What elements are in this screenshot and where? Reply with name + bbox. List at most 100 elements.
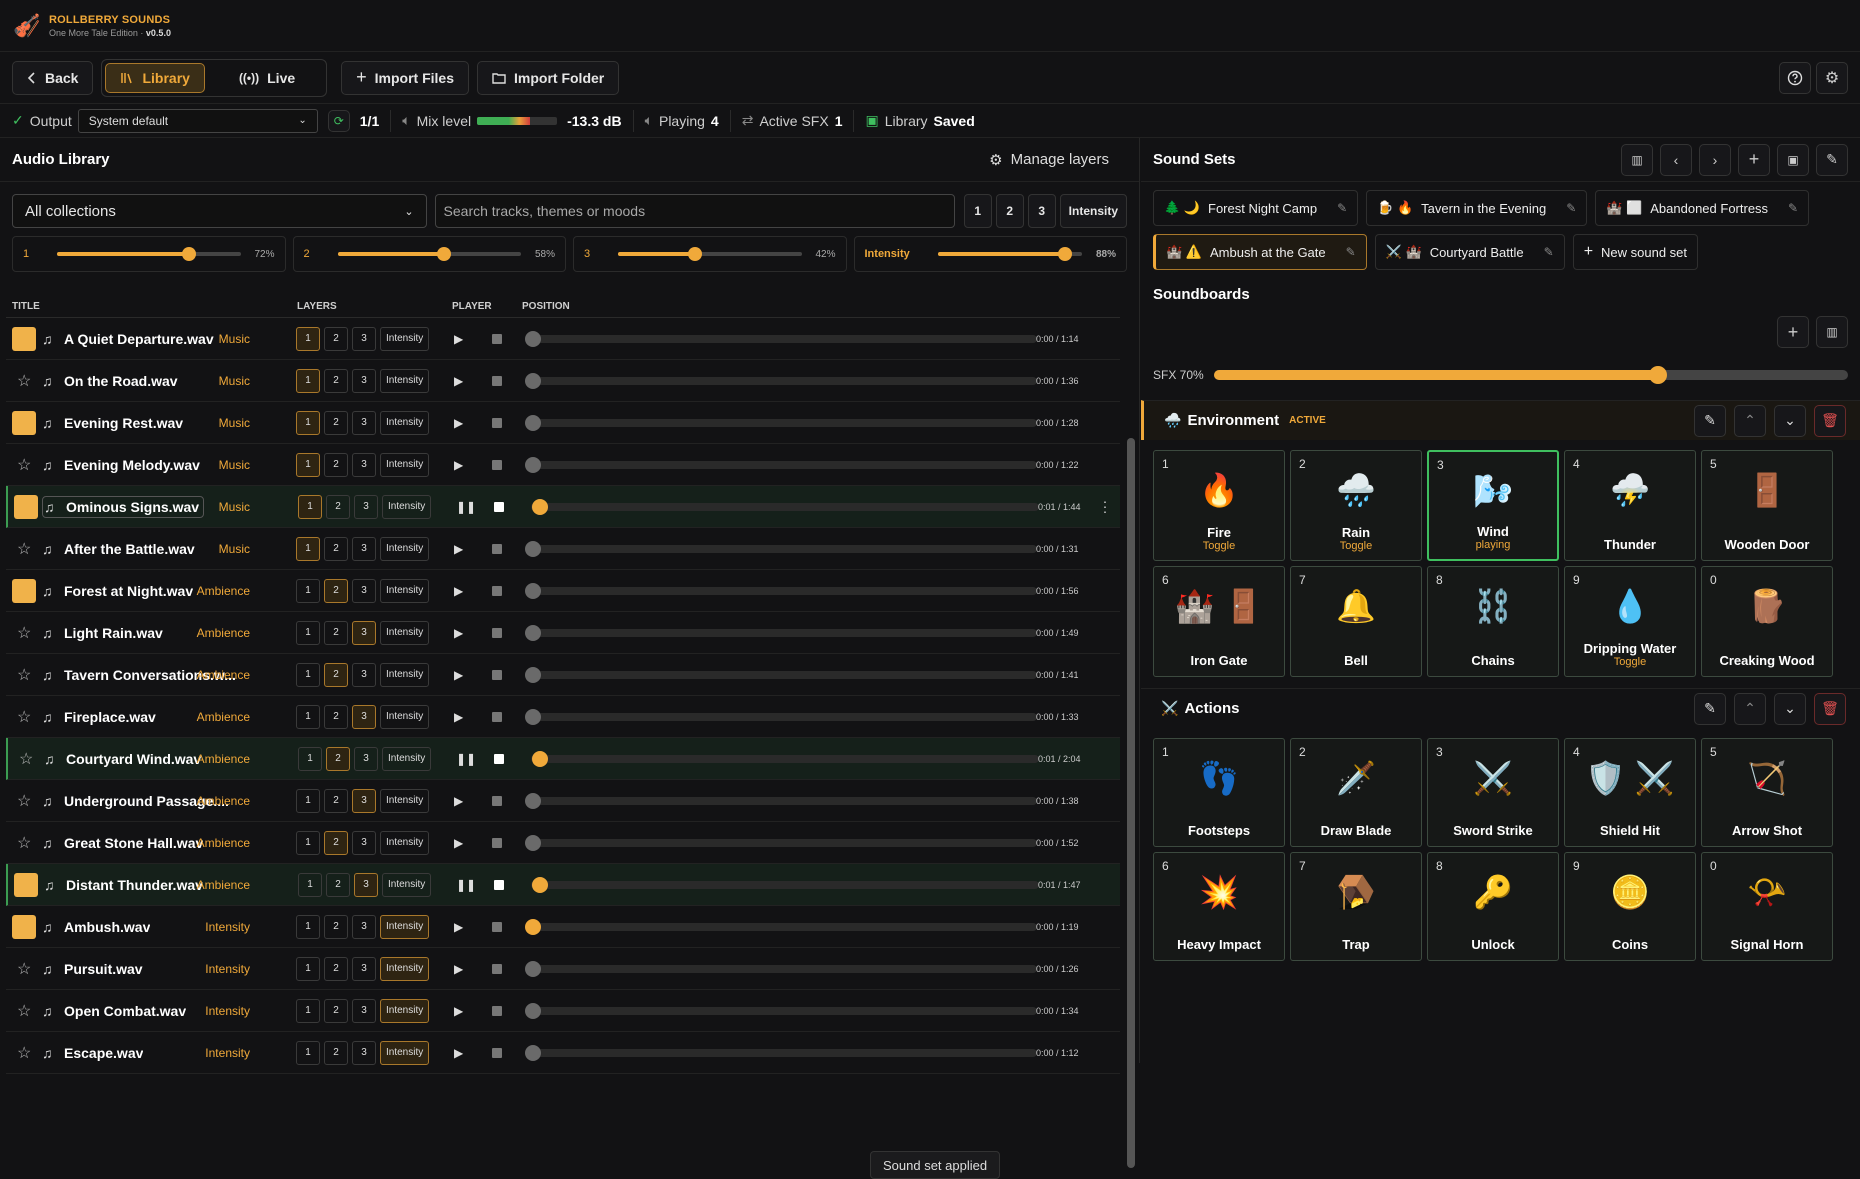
- sound-pad-wind[interactable]: 3 🌬️ Wind playing: [1427, 450, 1559, 561]
- table-row[interactable]: ♫ A Quiet Departure.wav Music 1 2 3 Intensity ▶…: [6, 318, 1120, 360]
- sound-pad-sword-strike[interactable]: 3 ⚔️ Sword Strike: [1427, 738, 1559, 847]
- favorite-swatch[interactable]: [12, 326, 36, 351]
- layer-toggle-3[interactable]: 3: [352, 578, 376, 603]
- position-knob[interactable]: [525, 1044, 541, 1061]
- position-track[interactable]: [529, 670, 1037, 679]
- sound-set-courtyard-battle[interactable]: ⚔️ 🏰 Courtyard Battle ✎: [1374, 234, 1565, 270]
- favorite-swatch[interactable]: [12, 914, 36, 939]
- next-set-button[interactable]: ›: [1699, 143, 1731, 176]
- position-track[interactable]: [529, 838, 1037, 847]
- play-icon[interactable]: ▶: [454, 584, 463, 598]
- layer-slider-knob[interactable]: [436, 247, 451, 261]
- play-icon[interactable]: ▶: [454, 836, 463, 850]
- sound-set-tavern-in-the-evening[interactable]: 🍺 🔥 Tavern in the Evening ✎: [1366, 190, 1588, 226]
- layer-toggle-3[interactable]: 3: [352, 326, 376, 351]
- soundboard-library-button[interactable]: ▥: [1816, 316, 1848, 348]
- prev-set-button[interactable]: ‹: [1660, 143, 1692, 176]
- stop-icon[interactable]: [492, 837, 502, 848]
- sound-pad-bell[interactable]: 7 🔔 Bell: [1290, 566, 1422, 677]
- favorite-swatch[interactable]: [12, 410, 36, 435]
- position-track[interactable]: [531, 502, 1039, 511]
- layer-toggle-intensity[interactable]: Intensity: [380, 1040, 430, 1065]
- stop-icon[interactable]: [492, 543, 502, 554]
- layer-toggle-1[interactable]: 1: [296, 368, 320, 393]
- play-icon[interactable]: ▶: [454, 962, 463, 976]
- table-row[interactable]: ☆ ♫ Great Stone Hall.wav Ambience 1 2 3 Intensi…: [6, 822, 1120, 864]
- position-knob[interactable]: [532, 498, 548, 515]
- sfx-slider-knob[interactable]: [1648, 366, 1667, 384]
- save-set-button[interactable]: ▣: [1777, 143, 1809, 176]
- position-knob[interactable]: [525, 792, 541, 809]
- layer-toggle-2[interactable]: 2: [324, 830, 348, 855]
- layer-toggle-3[interactable]: 3: [352, 410, 376, 435]
- edit-set-button[interactable]: ✎: [1816, 143, 1848, 176]
- layer-slider-track[interactable]: [57, 247, 241, 261]
- star-icon[interactable]: ☆: [17, 833, 31, 853]
- star-icon[interactable]: ☆: [17, 959, 31, 979]
- table-row[interactable]: ☆ ♫ Underground Passage.... Ambience 1 2 3 Inte…: [6, 780, 1120, 822]
- sound-set-library-button[interactable]: ▥: [1621, 143, 1653, 176]
- sound-pad-footsteps[interactable]: 1 👣 Footsteps: [1153, 738, 1285, 847]
- star-icon[interactable]: ☆: [17, 791, 31, 811]
- layer-toggle-1[interactable]: 1: [298, 494, 322, 519]
- edit-group-button[interactable]: ✎: [1694, 404, 1726, 437]
- layer-toggle-intensity[interactable]: Intensity: [382, 872, 432, 897]
- play-icon[interactable]: ▶: [454, 1004, 463, 1018]
- layer-toggle-2[interactable]: 2: [324, 914, 348, 939]
- layer-toggle-intensity[interactable]: Intensity: [380, 998, 430, 1023]
- layer-toggle-2[interactable]: 2: [324, 998, 348, 1023]
- help-button[interactable]: [1779, 61, 1811, 94]
- layer-toggle-1[interactable]: 1: [298, 746, 322, 771]
- position-knob[interactable]: [525, 708, 541, 725]
- position-knob[interactable]: [525, 624, 541, 641]
- play-icon[interactable]: ▶: [454, 710, 463, 724]
- position-track[interactable]: [531, 880, 1039, 889]
- position-knob[interactable]: [525, 330, 541, 347]
- favorite-swatch[interactable]: [14, 872, 38, 897]
- sound-pad-fire[interactable]: 1 🔥 Fire Toggle: [1153, 450, 1285, 561]
- play-icon[interactable]: ▶: [454, 1046, 463, 1060]
- position-track[interactable]: [529, 376, 1037, 385]
- table-row[interactable]: ♫ Evening Rest.wav Music 1 2 3 Intensity ▶ 0:00 …: [6, 402, 1120, 444]
- layer-toggle-1[interactable]: 1: [296, 578, 320, 603]
- layer-toggle-1[interactable]: 1: [296, 620, 320, 645]
- back-button[interactable]: Back: [12, 60, 94, 95]
- move-up-button[interactable]: ⌃: [1734, 404, 1766, 437]
- layer-toggle-intensity[interactable]: Intensity: [380, 620, 430, 645]
- layer-toggle-intensity[interactable]: Intensity: [380, 914, 430, 939]
- pencil-icon[interactable]: ✎: [1337, 201, 1347, 215]
- more-options-icon[interactable]: ⋮: [1098, 498, 1112, 515]
- sound-pad-shield-hit[interactable]: 4 🛡️ ⚔️ Shield Hit: [1564, 738, 1696, 847]
- position-knob[interactable]: [525, 666, 541, 683]
- layer-toggle-intensity[interactable]: Intensity: [380, 536, 430, 561]
- stop-icon[interactable]: [492, 921, 502, 932]
- layer-slider-track[interactable]: [337, 247, 521, 261]
- position-track[interactable]: [529, 712, 1037, 721]
- table-row[interactable]: ☆ ♫ Open Combat.wav Intensity 1 2 3 Intensity ▶ 0…: [6, 990, 1120, 1032]
- position-knob[interactable]: [525, 960, 541, 977]
- layer-toggle-3[interactable]: 3: [352, 1040, 376, 1065]
- layer-toggle-2[interactable]: 2: [324, 578, 348, 603]
- stop-icon[interactable]: [492, 1047, 502, 1058]
- layer-toggle-3[interactable]: 3: [352, 452, 376, 477]
- table-row[interactable]: ☆ ♫ Pursuit.wav Intensity 1 2 3 Intensity ▶ 0:00 …: [6, 948, 1120, 990]
- delete-group-button[interactable]: 🗑︎: [1814, 404, 1846, 437]
- layer-toggle-1[interactable]: 1: [296, 788, 320, 813]
- sound-pad-dripping-water[interactable]: 9 💧 Dripping Water Toggle: [1564, 566, 1696, 677]
- stop-icon[interactable]: [492, 711, 502, 722]
- position-track[interactable]: [529, 544, 1037, 553]
- layer-slider-track[interactable]: [618, 247, 802, 261]
- sound-pad-trap[interactable]: 7 🪤 Trap: [1290, 852, 1422, 961]
- play-icon[interactable]: ▶: [454, 374, 463, 388]
- move-down-button[interactable]: ⌄: [1774, 404, 1806, 437]
- stop-icon[interactable]: [492, 963, 502, 974]
- layer-toggle-1[interactable]: 1: [296, 662, 320, 687]
- layer-toggle-3[interactable]: 3: [352, 998, 376, 1023]
- pause-icon[interactable]: ❚❚: [456, 878, 476, 892]
- layer-slider-track[interactable]: [937, 247, 1082, 261]
- import-files-button[interactable]: + Import Files: [341, 60, 470, 95]
- layer-toggle-2[interactable]: 2: [326, 746, 350, 771]
- layer-toggle-intensity[interactable]: Intensity: [382, 746, 432, 771]
- stop-icon[interactable]: [494, 501, 504, 512]
- table-row[interactable]: ☆ ♫ Light Rain.wav Ambience 1 2 3 Intensity ▶ 0:0…: [6, 612, 1120, 654]
